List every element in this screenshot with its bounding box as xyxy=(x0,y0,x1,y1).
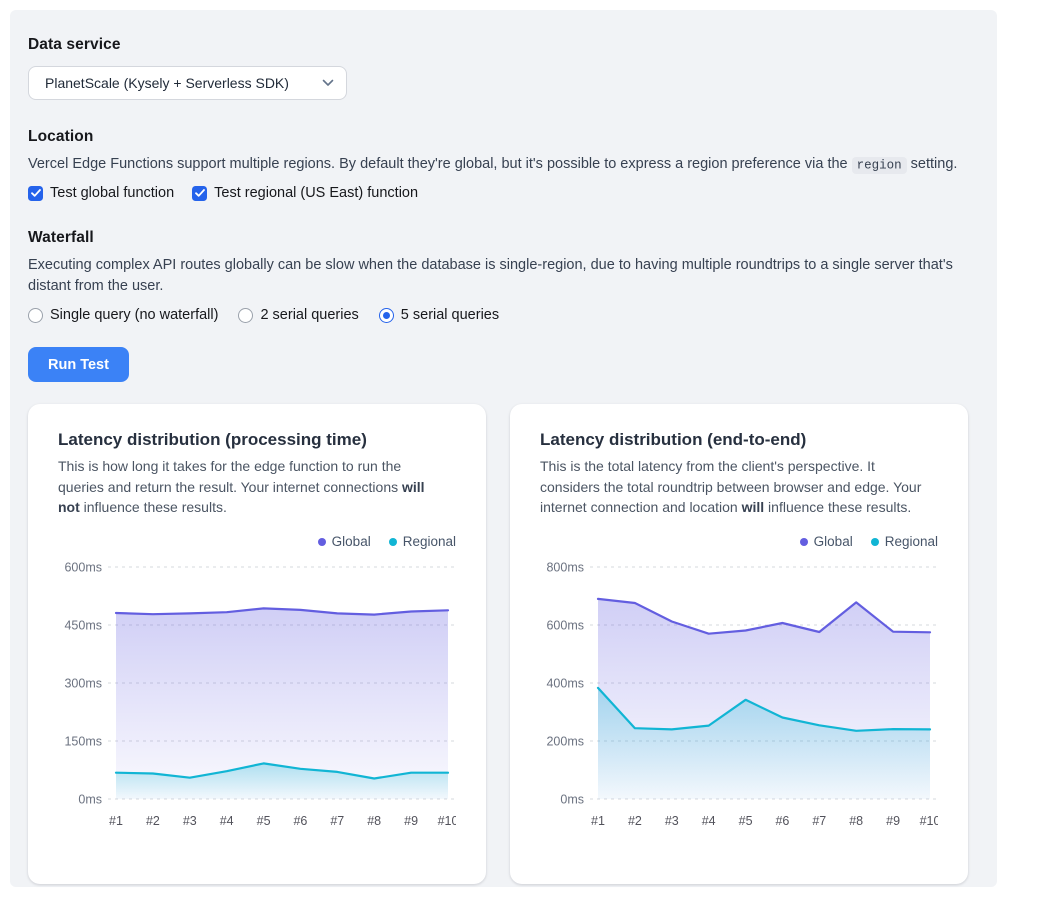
card-description: This is the total latency from the clien… xyxy=(540,456,935,518)
x-axis-tick-label: #3 xyxy=(665,814,679,828)
y-axis-tick-label: 450ms xyxy=(64,619,102,633)
processing-time-card: Latency distribution (processing time) T… xyxy=(28,404,486,884)
x-axis-tick-label: #5 xyxy=(257,814,271,828)
radio-icon xyxy=(238,308,253,323)
legend-label: Regional xyxy=(885,534,938,549)
end-to-end-card: Latency distribution (end-to-end) This i… xyxy=(510,404,968,884)
x-axis-tick-label: #9 xyxy=(404,814,418,828)
x-axis-tick-label: #5 xyxy=(739,814,753,828)
location-heading: Location xyxy=(28,128,979,146)
y-axis-tick-label: 0ms xyxy=(78,793,102,807)
legend-dot-regional-icon xyxy=(871,538,879,546)
x-axis-tick-label: #10 xyxy=(438,814,456,828)
location-description: Vercel Edge Functions support multiple r… xyxy=(28,154,979,175)
y-axis-tick-label: 600ms xyxy=(64,561,102,575)
run-test-button[interactable]: Run Test xyxy=(28,347,129,382)
legend-dot-global-icon xyxy=(318,538,326,546)
x-axis-tick-label: #10 xyxy=(920,814,938,828)
y-axis-tick-label: 300ms xyxy=(64,677,102,691)
legend-item-regional: Regional xyxy=(871,534,938,549)
chevron-down-icon xyxy=(322,79,334,87)
location-description-suffix: setting. xyxy=(907,156,958,172)
latency-chart-processing: 600ms 450ms 300ms 150ms 0ms #1 #2 #3 #4 #5 #6 #7 #8 #… xyxy=(58,553,456,845)
location-description-text: Vercel Edge Functions support multiple r… xyxy=(28,156,852,172)
legend-item-global: Global xyxy=(800,534,853,549)
x-axis-tick-label: #8 xyxy=(849,814,863,828)
card-description: This is how long it takes for the edge f… xyxy=(58,456,443,518)
checkbox-icon xyxy=(192,186,207,201)
data-service-heading: Data service xyxy=(28,36,979,54)
checkbox-icon xyxy=(28,186,43,201)
x-axis-tick-label: #6 xyxy=(775,814,789,828)
checkbox-label: Test regional (US East) function xyxy=(214,185,418,201)
card-title: Latency distribution (processing time) xyxy=(58,430,456,450)
radio-5-serial-queries[interactable]: 5 serial queries xyxy=(379,307,499,323)
x-axis-tick-label: #4 xyxy=(220,814,234,828)
radio-icon xyxy=(28,308,43,323)
chart-legend: Global Regional xyxy=(58,534,456,549)
x-axis-tick-label: #8 xyxy=(367,814,381,828)
card-description-suffix: influence these results. xyxy=(80,499,227,515)
radio-2-serial-queries[interactable]: 2 serial queries xyxy=(238,307,358,323)
x-axis-tick-label: #2 xyxy=(146,814,160,828)
settings-panel: Data service PlanetScale (Kysely + Serve… xyxy=(10,10,997,887)
waterfall-section: Waterfall Executing complex API routes g… xyxy=(28,229,979,323)
location-section: Location Vercel Edge Functions support m… xyxy=(28,128,979,201)
y-axis-tick-label: 600ms xyxy=(546,619,584,633)
data-service-section: Data service PlanetScale (Kysely + Serve… xyxy=(28,36,979,100)
y-axis-tick-label: 200ms xyxy=(546,735,584,749)
y-axis-tick-label: 0ms xyxy=(560,793,584,807)
data-service-select[interactable]: PlanetScale (Kysely + Serverless SDK) xyxy=(28,66,347,100)
card-title: Latency distribution (end-to-end) xyxy=(540,430,938,450)
card-description-bold: will xyxy=(742,499,765,515)
x-axis-tick-label: #3 xyxy=(183,814,197,828)
radio-label: Single query (no waterfall) xyxy=(50,307,218,323)
x-axis-tick-label: #1 xyxy=(591,814,605,828)
legend-label: Regional xyxy=(403,534,456,549)
y-axis-tick-label: 400ms xyxy=(546,677,584,691)
x-axis-tick-label: #7 xyxy=(812,814,826,828)
waterfall-options: Single query (no waterfall) 2 serial que… xyxy=(28,307,979,323)
legend-label: Global xyxy=(814,534,853,549)
x-axis-tick-label: #2 xyxy=(628,814,642,828)
x-axis-tick-label: #4 xyxy=(702,814,716,828)
legend-dot-global-icon xyxy=(800,538,808,546)
card-description-text: This is how long it takes for the edge f… xyxy=(58,458,402,495)
radio-single-query[interactable]: Single query (no waterfall) xyxy=(28,307,218,323)
latency-chart-end-to-end: 800ms 600ms 400ms 200ms 0ms #1 #2 #3 #4 #5 #6 #7 #8 #… xyxy=(540,553,938,845)
x-axis-tick-label: #6 xyxy=(293,814,307,828)
region-code-chip: region xyxy=(852,157,907,174)
waterfall-heading: Waterfall xyxy=(28,229,979,247)
chart-cards: Latency distribution (processing time) T… xyxy=(28,404,979,884)
chart-legend: Global Regional xyxy=(540,534,938,549)
radio-icon xyxy=(379,308,394,323)
x-axis-tick-label: #7 xyxy=(330,814,344,828)
checkbox-test-regional-function[interactable]: Test regional (US East) function xyxy=(192,185,418,201)
checkbox-label: Test global function xyxy=(50,185,174,201)
x-axis-tick-label: #1 xyxy=(109,814,123,828)
legend-item-global: Global xyxy=(318,534,371,549)
radio-label: 2 serial queries xyxy=(260,307,358,323)
y-axis-tick-label: 800ms xyxy=(546,561,584,575)
radio-label: 5 serial queries xyxy=(401,307,499,323)
legend-dot-regional-icon xyxy=(389,538,397,546)
data-service-select-value: PlanetScale (Kysely + Serverless SDK) xyxy=(45,75,289,91)
x-axis-tick-label: #9 xyxy=(886,814,900,828)
waterfall-description: Executing complex API routes globally ca… xyxy=(28,255,979,297)
legend-item-regional: Regional xyxy=(389,534,456,549)
y-axis-tick-label: 150ms xyxy=(64,735,102,749)
card-description-suffix: influence these results. xyxy=(764,499,911,515)
checkbox-test-global-function[interactable]: Test global function xyxy=(28,185,174,201)
legend-label: Global xyxy=(332,534,371,549)
location-checkboxes: Test global function Test regional (US E… xyxy=(28,185,979,201)
